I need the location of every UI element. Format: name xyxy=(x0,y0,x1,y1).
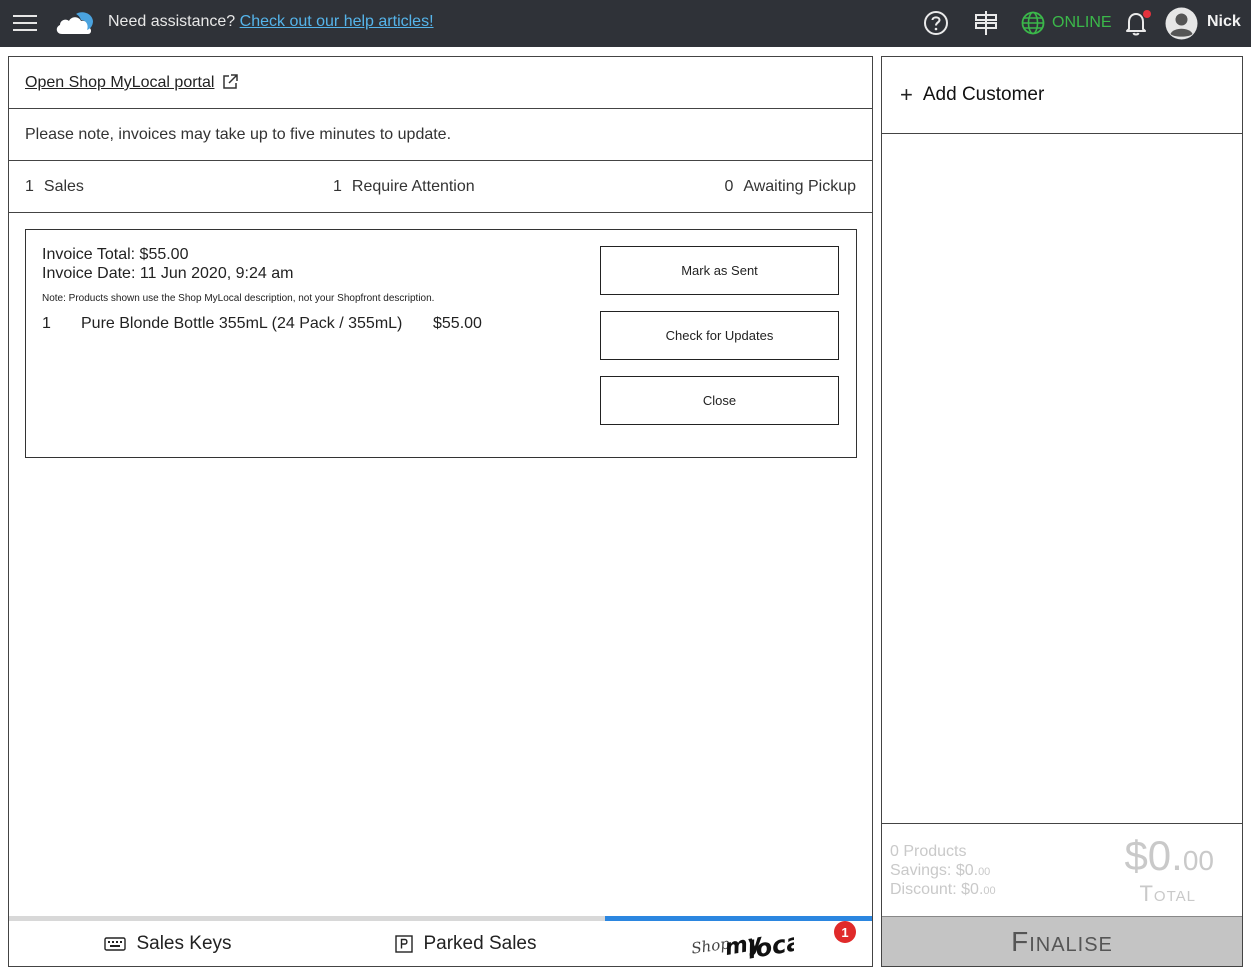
external-link-icon[interactable] xyxy=(221,73,239,91)
cloud-logo-icon xyxy=(56,12,93,34)
add-customer-button[interactable]: + Add Customer xyxy=(882,57,1242,134)
keyboard-icon xyxy=(104,936,127,951)
user-name[interactable]: Nick xyxy=(1207,13,1241,31)
item-price: $55.00 xyxy=(433,315,482,332)
stat-require-attention[interactable]: 1 Require Attention xyxy=(333,178,475,196)
products-count: 0 Products xyxy=(890,843,967,860)
close-button[interactable]: Close xyxy=(600,376,839,425)
assistance-label: Need assistance? xyxy=(108,13,236,30)
tab-sales-keys[interactable]: Sales Keys xyxy=(9,921,327,966)
stat-awaiting-pickup[interactable]: 0 Awaiting Pickup xyxy=(724,178,856,196)
user-avatar-icon[interactable] xyxy=(1165,7,1198,40)
check-for-updates-button[interactable]: Check for Updates xyxy=(600,311,839,360)
online-status[interactable]: ONLINE xyxy=(1020,9,1112,37)
savings-amount: Savings: $0. xyxy=(890,862,979,879)
orders-panel: Open Shop MyLocal portal Please note, in… xyxy=(8,56,873,967)
notice-row: Please note, invoices may take up to fiv… xyxy=(9,109,872,161)
invoice-card: Invoice Total: $55.00 Invoice Date: 11 J… xyxy=(25,229,857,458)
stats-row: 1 Sales 1 Require Attention 0 Awaiting Pick… xyxy=(9,161,872,213)
invoice-date: Invoice Date: 11 Jun 2020, 9:24 am xyxy=(42,265,294,282)
total-label: Total xyxy=(1139,881,1196,906)
tab-parked-sales[interactable]: Parked Sales xyxy=(327,921,605,966)
total-amount: $0.00 xyxy=(1124,832,1214,880)
pickup-count: 0 xyxy=(724,178,734,195)
sales-label: Sales xyxy=(43,178,84,195)
tab-parked-sales-label: Parked Sales xyxy=(423,932,537,954)
item-name: Pure Blonde Bottle 355mL (24 Pack / 355m… xyxy=(81,315,403,332)
parking-icon xyxy=(395,934,414,953)
online-label: ONLINE xyxy=(1052,14,1112,31)
sales-count: 1 xyxy=(25,178,34,195)
mark-as-sent-button[interactable]: Mark as Sent xyxy=(600,246,839,295)
pickup-label: Awaiting Pickup xyxy=(743,178,856,195)
signpost-icon[interactable] xyxy=(971,8,1001,38)
invoice-note: Note: Products shown use the Shop MyLoca… xyxy=(42,293,435,304)
assistance-text: Need assistance? Check out our help arti… xyxy=(108,13,434,31)
portal-row: Open Shop MyLocal portal xyxy=(9,57,872,109)
globe-icon xyxy=(1021,11,1045,35)
total-cents: 00 xyxy=(1182,845,1214,876)
finalise-button[interactable]: Finalise xyxy=(882,916,1242,966)
savings-cents: 00 xyxy=(978,866,991,878)
attention-label: Require Attention xyxy=(351,178,475,195)
stat-sales[interactable]: 1 Sales xyxy=(25,178,84,196)
cart-panel: + Add Customer 0 Products Savings: $0.00… xyxy=(881,56,1243,967)
total-dollars: $0. xyxy=(1124,832,1183,879)
top-bar: Need assistance? Check out our help arti… xyxy=(0,0,1251,47)
savings-line: Savings: $0.00 xyxy=(890,862,990,880)
tab-sales-keys-label: Sales Keys xyxy=(136,932,232,954)
tab-shop-mylocal[interactable]: Shop my local xyxy=(605,921,872,966)
notification-dot xyxy=(1143,10,1151,18)
bottom-tabs: Sales Keys Parked Sales Shop my local xyxy=(9,916,872,966)
invoice-total: Invoice Total: $55.00 xyxy=(42,246,189,263)
add-customer-label: Add Customer xyxy=(922,84,1045,105)
cart-summary: 0 Products Savings: $0.00 Discount: $0.0… xyxy=(882,823,1242,916)
help-icon[interactable] xyxy=(921,8,951,38)
notice-text: Please note, invoices may take up to fiv… xyxy=(25,126,452,143)
item-quantity: 1 xyxy=(42,315,51,332)
menu-icon[interactable] xyxy=(13,13,37,33)
discount-amount: Discount: $0. xyxy=(890,881,984,898)
plus-icon: + xyxy=(900,82,913,107)
help-articles-link[interactable]: Check out our help articles! xyxy=(240,13,434,30)
discount-line: Discount: $0.00 xyxy=(890,881,996,899)
notification-badge: 1 xyxy=(834,921,856,943)
shop-mylocal-logo: Shop my local xyxy=(690,925,794,964)
attention-count: 1 xyxy=(333,178,342,195)
discount-cents: 00 xyxy=(983,885,996,897)
open-portal-link[interactable]: Open Shop MyLocal portal xyxy=(25,74,214,92)
